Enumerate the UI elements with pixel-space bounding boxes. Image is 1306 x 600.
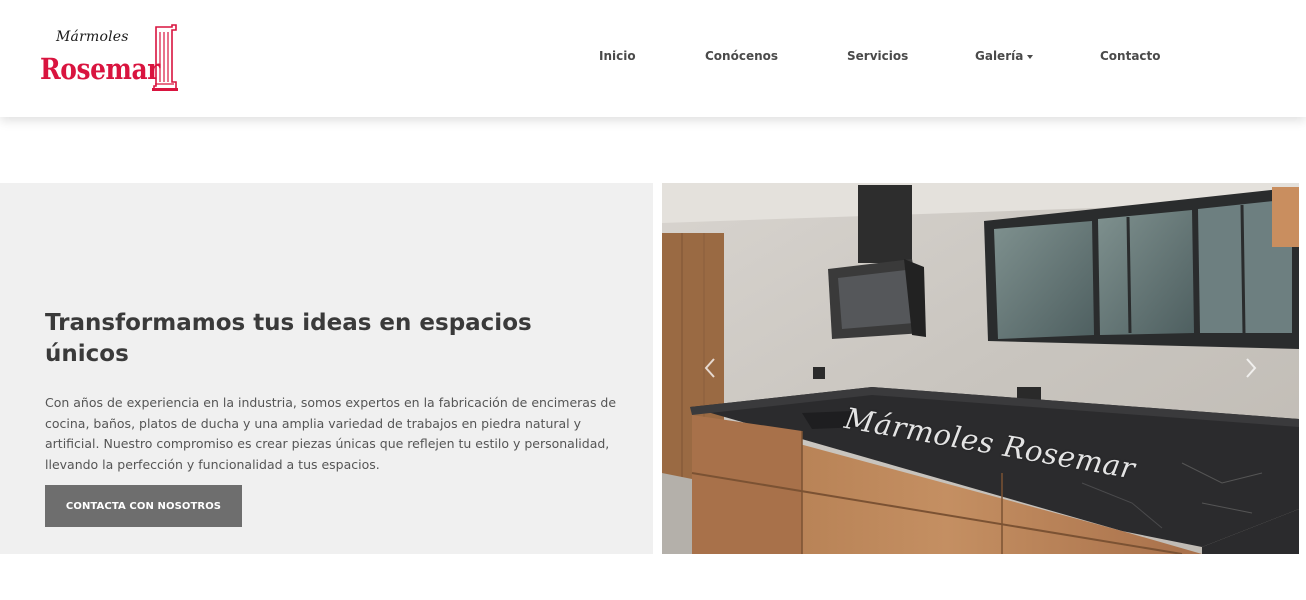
nav-item-contacto[interactable]: Contacto [1100, 49, 1161, 63]
carousel-prev-button[interactable] [700, 353, 720, 383]
hero-carousel: Mármoles Rosemar [662, 183, 1299, 554]
hero-text-panel: Transformamos tus ideas en espacios únic… [0, 183, 653, 554]
carousel-next-button[interactable] [1241, 353, 1261, 383]
chevron-left-icon [704, 358, 715, 378]
hero-title: Transformamos tus ideas en espacios únic… [45, 310, 532, 367]
hero-description: Con años de experiencia en la industria,… [45, 395, 617, 472]
nav-item-servicios[interactable]: Servicios [847, 49, 908, 63]
chevron-right-icon [1246, 358, 1257, 378]
kitchen-photo [662, 183, 1299, 554]
main-nav: Inicio Conócenos Servicios Galería Conta… [0, 0, 1306, 117]
site-header: Mármoles Rosemar Inicio Conócenos Servic… [0, 0, 1306, 117]
contact-us-button[interactable]: CONTACTA CON NOSOTROS [45, 485, 242, 527]
nav-item-galeria-label: Galería [975, 49, 1024, 63]
caret-down-icon [1027, 54, 1034, 59]
nav-item-inicio[interactable]: Inicio [599, 49, 636, 63]
nav-item-galeria[interactable]: Galería [975, 49, 1034, 63]
nav-item-conocenos[interactable]: Conócenos [705, 49, 778, 63]
